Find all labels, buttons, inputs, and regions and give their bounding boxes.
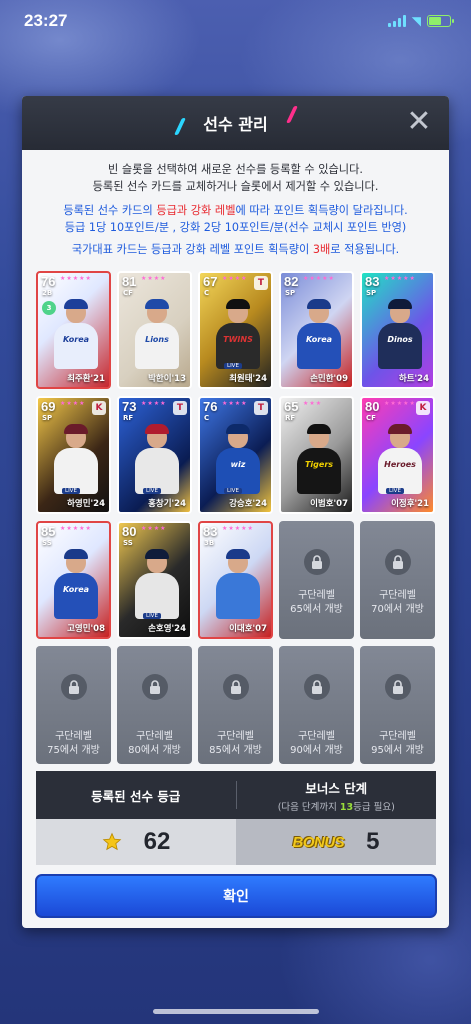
player-figure: Tigers [293,424,345,494]
bonus-value-cell: BONUS 5 [236,819,436,865]
player-card[interactable]: 69 SP ★★★★ K LIVE 하영민'24 [36,396,111,514]
star-icon [102,832,121,851]
locked-slot-label: 구단레벨 85에서 개방 [209,731,262,756]
player-figure: Dinos [374,299,426,369]
title-accent-right [286,106,298,123]
player-figure [212,549,264,619]
team-logo-icon: K [92,401,106,415]
description-line-4: 등급 1당 10포인트/분 , 강화 2당 10포인트/분(선수 교체시 포인트… [64,220,407,234]
bonus-stage-label: 보너스 단계 [305,780,368,796]
locked-slot[interactable]: 구단레벨 75에서 개방 [36,646,111,764]
locked-slot[interactable]: 구단레벨 85에서 개방 [198,646,273,764]
locked-slot[interactable]: 구단레벨 95에서 개방 [360,646,435,764]
player-management-dialog: 선수 관리 ✕ 빈 슬롯을 선택하여 새로운 선수를 등록할 수 있습니다. 등… [22,96,449,928]
player-name: 이대호'07 [229,624,267,634]
grade-value-cell: 62 [36,819,236,865]
player-card[interactable]: 80 SS ★★★★ LIVE 손호영'24 [117,521,192,639]
title-accent-left [174,118,186,135]
description: 빈 슬롯을 선택하여 새로운 선수를 등록할 수 있습니다. 등록된 선수 카드… [22,150,449,259]
player-name: 최주환'21 [67,374,105,384]
team-logo-icon: T [173,401,187,415]
player-card[interactable]: 83 SP ★★★★★ Dinos 하트'24 [360,271,435,389]
locked-slot[interactable]: 구단레벨 65에서 개방 [279,521,354,639]
bonus-stage-header: 보너스 단계 (다음 단계까지 13등급 필요) [237,771,437,819]
wifi-icon: ◥ [411,14,421,28]
locked-slot[interactable]: 구단레벨 70에서 개방 [360,521,435,639]
player-card[interactable]: 76 2B ★★★★★ 3 Korea 최주환'21 [36,271,111,389]
status-bar: 23:27 ◥ [0,0,471,42]
player-figure: TWINS [212,299,264,369]
locked-slot[interactable]: 구단레벨 80에서 개방 [117,646,192,764]
status-icons: ◥ [387,14,454,28]
bonus-stage-requirement: (다음 단계까지 13등급 필요) [277,801,395,813]
player-slot-grid: 76 2B ★★★★★ 3 Korea 최주환'21 81 CF ★★★★ Lions … [36,271,436,764]
lock-icon [384,549,411,575]
dialog-title: 선수 관리 [203,115,268,134]
status-time: 23:27 [24,11,68,30]
player-name: 홍창기'24 [148,499,186,509]
player-name: 고영민'08 [67,624,105,634]
player-card[interactable]: 76 C ★★★★ T wiz LIVE 강승호'24 [198,396,273,514]
player-name: 손호영'24 [148,624,186,634]
locked-slot-label: 구단레벨 95에서 개방 [371,731,424,756]
lock-icon [303,549,330,575]
description-line-2: 등록된 선수 카드를 교체하거나 슬롯에서 제거할 수 있습니다. [92,179,379,193]
signal-icon [387,15,406,27]
lock-icon [384,674,411,700]
team-logo-icon: T [254,276,268,290]
player-name: 하트'24 [398,374,429,384]
locked-slot-label: 구단레벨 75에서 개방 [47,731,100,756]
lock-icon [60,674,87,700]
lock-icon [222,674,249,700]
registered-grade-label: 등록된 선수 등급 [91,788,181,804]
player-figure [50,424,102,494]
player-figure: wiz [212,424,264,494]
player-card[interactable]: 65 RF ★★★ Tigers 이범호'07 [279,396,354,514]
player-name: 최원태'24 [229,374,267,384]
description-line-5: 국가대표 카드는 등급과 강화 레벨 포인트 획득량이 3배로 적용됩니다. [71,243,400,256]
player-card[interactable]: 85 SS ★★★★★ Korea 고영민'08 [36,521,111,639]
confirm-button[interactable]: 확인 [35,874,437,918]
player-card[interactable]: 81 CF ★★★★ Lions 박한이'13 [117,271,192,389]
locked-slot-label: 구단레벨 90에서 개방 [290,731,343,756]
player-figure: Korea [50,299,102,369]
locked-slot[interactable]: 구단레벨 90에서 개방 [279,646,354,764]
grade-bonus-values: 62 BONUS 5 [36,819,436,865]
locked-slot-label: 구단레벨 65에서 개방 [290,590,343,615]
locked-slot-label: 구단레벨 70에서 개방 [371,590,424,615]
player-name: 강승호'24 [229,499,267,509]
player-name: 이범호'07 [310,499,348,509]
player-name: 이정후'21 [391,499,429,509]
player-name: 박한이'13 [148,374,186,384]
player-name: 손민한'09 [310,374,348,384]
grade-value: 62 [143,828,171,855]
player-figure: Korea [293,299,345,369]
bonus-logo: BONUS [292,833,345,851]
grade-bonus-header: 등록된 선수 등급 보너스 단계 (다음 단계까지 13등급 필요) [36,771,436,819]
player-card[interactable]: 80 CF ★★★★★ K Heroes LIVE 이정후'21 [360,396,435,514]
player-figure: Heroes [374,424,426,494]
lock-icon [303,674,330,700]
player-figure: Korea [50,549,102,619]
locked-slot-label: 구단레벨 80에서 개방 [128,731,181,756]
grade-bonus-panel: 등록된 선수 등급 보너스 단계 (다음 단계까지 13등급 필요) 62 BO… [36,771,436,865]
player-card[interactable]: 73 RF ★★★★ T LIVE 홍창기'24 [117,396,192,514]
close-icon[interactable]: ✕ [403,106,435,138]
player-figure: Lions [131,299,183,369]
dialog-header: 선수 관리 ✕ [22,96,449,150]
player-card[interactable]: 67 C ★★★★ T TWINS LIVE 최원태'24 [198,271,273,389]
player-card[interactable]: 82 SP ★★★★★ Korea 손민한'09 [279,271,354,389]
team-logo-icon: T [254,401,268,415]
description-line-3: 등록된 선수 카드의 등급과 강화 레벨에 따라 포인트 획득량이 달라집니다. [63,204,408,217]
player-figure [131,549,183,619]
home-indicator[interactable] [153,1009,319,1014]
bonus-value: 5 [366,828,380,855]
team-logo-icon: K [416,401,430,415]
player-name: 하영민'24 [67,499,105,509]
player-figure [131,424,183,494]
battery-icon [427,15,454,27]
player-card[interactable]: 83 3B ★★★★★ 이대호'07 [198,521,273,639]
description-line-1: 빈 슬롯을 선택하여 새로운 선수를 등록할 수 있습니다. [108,163,363,176]
lock-icon [141,674,168,700]
